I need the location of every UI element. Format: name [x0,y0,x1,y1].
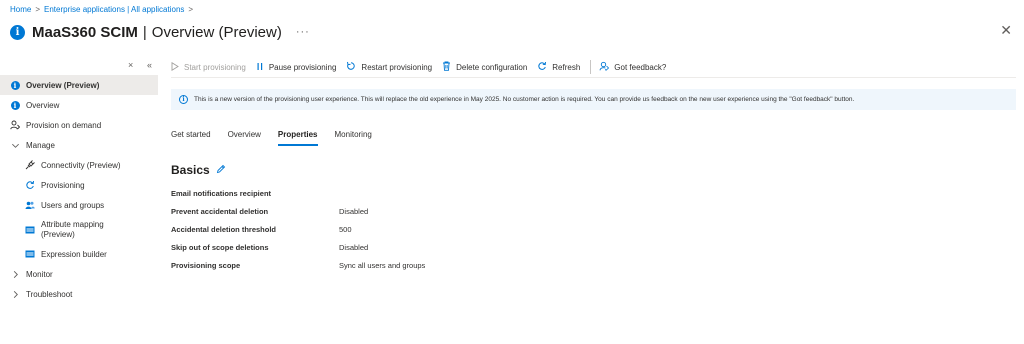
collapse-sidebar-icon[interactable]: « [147,60,152,70]
sidebar-group-manage[interactable]: Manage [0,135,158,155]
tab-bar: Get started Overview Properties Monitori… [171,126,389,146]
info-icon: i [10,80,20,90]
sidebar-item-label: Connectivity (Preview) [41,160,121,170]
sidebar-item-provision-on-demand[interactable]: Provision on demand [0,115,158,135]
sidebar-item-users-and-groups[interactable]: Users and groups [0,195,158,215]
property-label: Prevent accidental deletion [171,206,269,216]
sidebar-item-label: Attribute mapping (Preview) [41,220,104,240]
sidebar-item-label: Overview [26,100,60,110]
sidebar-item-label: Provision on demand [26,120,102,130]
sidebar-item-provisioning[interactable]: Provisioning [0,175,158,195]
sidebar: × « i Overview (Preview) i Overview Prov… [0,58,158,304]
property-row: Prevent accidental deletion Disabled [171,202,425,220]
refresh-label: Refresh [552,62,581,72]
toolbar-divider [590,60,592,74]
start-provisioning-label: Start provisioning [184,62,246,72]
sidebar-group-monitor[interactable]: Monitor [0,264,158,284]
start-provisioning-button[interactable]: Start provisioning [171,61,246,73]
pause-icon [256,62,264,73]
basics-properties: Email notifications recipient Prevent ac… [171,184,425,274]
pause-provisioning-button[interactable]: Pause provisioning [256,62,337,73]
info-icon: i [10,24,25,40]
delete-configuration-button[interactable]: Delete configuration [442,61,527,73]
sidebar-group-troubleshoot[interactable]: Troubleshoot [0,284,158,304]
refresh-icon [537,61,547,73]
chevron-down-icon [10,140,20,150]
trash-icon [442,61,451,73]
info-banner: i This is a new version of the provision… [171,89,1016,110]
property-value: 500 [339,224,352,234]
close-icon[interactable]: ✕ [1000,22,1012,39]
breadcrumb-separator-icon: > [35,5,41,14]
sidebar-item-expression-builder[interactable]: Expression builder [0,244,158,264]
breadcrumb-home[interactable]: Home [10,5,31,14]
sidebar-item-label: Overview (Preview) [26,80,100,90]
sidebar-item-label: Troubleshoot [26,289,73,299]
toolbar-divider-line [171,77,1016,78]
page-title: Overview (Preview) [151,23,282,41]
restart-provisioning-button[interactable]: Restart provisioning [346,61,432,73]
sidebar-item-overview[interactable]: i Overview [0,95,158,115]
property-label: Provisioning scope [171,260,241,270]
info-icon: i [179,95,188,104]
property-row: Skip out of scope deletions Disabled [171,238,425,256]
property-label: Accidental deletion threshold [171,224,277,234]
info-banner-text: This is a new version of the provisionin… [194,96,855,103]
sidebar-item-overview-preview[interactable]: i Overview (Preview) [0,75,158,95]
sync-icon [25,180,35,190]
feedback-icon [599,61,610,73]
user-provision-icon [10,120,20,130]
table-icon [25,225,35,235]
sidebar-item-label: Manage [26,140,55,150]
sidebar-item-label: Users and groups [41,200,105,210]
tab-properties[interactable]: Properties [277,126,318,146]
tab-get-started[interactable]: Get started [171,126,211,146]
chevron-right-icon [10,269,20,279]
got-feedback-button[interactable]: Got feedback? [599,61,666,73]
app-title: MaaS360 SCIM [32,23,138,41]
sidebar-tools: × « [0,58,158,75]
tab-overview[interactable]: Overview [228,126,261,146]
plug-icon [25,160,35,170]
sidebar-item-connectivity[interactable]: Connectivity (Preview) [0,155,158,175]
breadcrumb: Home > Enterprise applications | All app… [10,5,193,14]
play-icon [171,61,179,73]
sidebar-item-attribute-mapping[interactable]: Attribute mapping (Preview) [0,215,158,244]
pencil-edit-icon[interactable] [216,164,226,177]
attribute-mapping-label: Attribute mapping [41,219,104,229]
restart-icon [346,61,356,73]
property-value: Disabled [339,242,369,252]
sidebar-item-label: Provisioning [41,180,85,190]
restart-provisioning-label: Restart provisioning [361,62,433,72]
users-icon [25,200,35,210]
breadcrumb-separator-icon: > [188,5,194,14]
chevron-right-icon [10,289,20,299]
basics-section-header: Basics [171,163,226,177]
delete-configuration-label: Delete configuration [456,62,528,72]
sidebar-item-label: Monitor [26,269,53,279]
table-icon [25,249,35,259]
info-icon: i [10,100,20,110]
property-row: Email notifications recipient [171,184,425,202]
pause-provisioning-label: Pause provisioning [268,62,337,72]
property-label: Skip out of scope deletions [171,242,269,252]
page-header: i MaaS360 SCIM | Overview (Preview) ··· [10,21,310,43]
attribute-mapping-label-suffix: (Preview) [41,229,75,239]
title-separator: | [142,23,147,41]
more-options-icon[interactable]: ··· [296,26,310,38]
tab-monitoring[interactable]: Monitoring [335,126,372,146]
got-feedback-label: Got feedback? [614,62,667,72]
basics-title: Basics [171,163,210,177]
property-value: Disabled [339,206,369,216]
refresh-button[interactable]: Refresh [537,61,580,73]
breadcrumb-enterprise-apps[interactable]: Enterprise applications | All applicatio… [44,5,184,14]
command-bar: Start provisioning Pause provisioning Re… [171,58,676,76]
property-row: Provisioning scope Sync all users and gr… [171,256,425,274]
property-row: Accidental deletion threshold 500 [171,220,425,238]
close-sidebar-icon[interactable]: × [128,60,133,70]
sidebar-item-label: Expression builder [41,249,107,259]
property-label: Email notifications recipient [171,188,272,198]
property-value: Sync all users and groups [339,260,426,270]
